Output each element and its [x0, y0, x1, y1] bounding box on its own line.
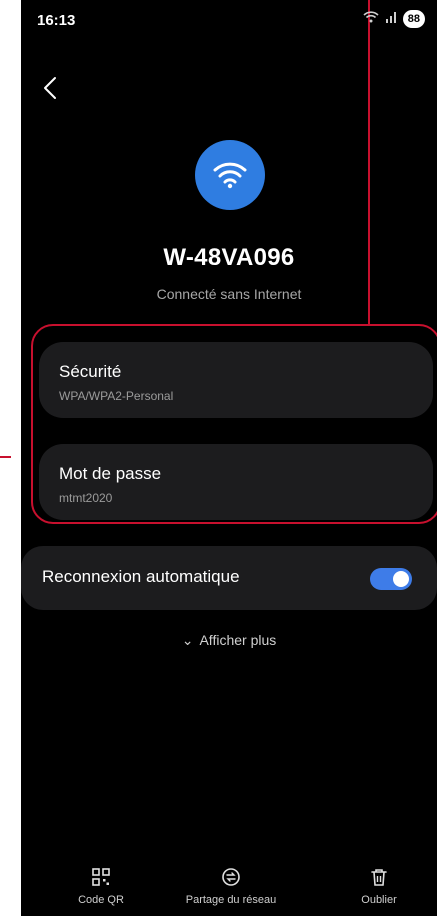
- highlight-box: [31, 324, 437, 524]
- qr-code-label: Code QR: [78, 894, 124, 906]
- battery-indicator: 88: [402, 10, 425, 28]
- back-button[interactable]: [39, 74, 63, 102]
- forget-label: Oublier: [361, 894, 397, 906]
- toggle-knob: [393, 571, 409, 587]
- wifi-network-icon: [195, 140, 265, 210]
- network-name: W-48VA096: [163, 244, 295, 271]
- share-network-icon: [222, 868, 240, 886]
- wifi-status-icon: [363, 10, 379, 28]
- status-icons: 88: [363, 10, 425, 28]
- qr-code-button[interactable]: Code QR: [41, 866, 161, 906]
- trash-icon: [371, 869, 387, 886]
- share-network-button[interactable]: Partage du réseau: [171, 866, 291, 906]
- back-arrow-icon: [44, 77, 56, 99]
- phone-screen: 16:13 88 W-48VA096 Connecté sans Interne…: [21, 0, 437, 916]
- show-more-button[interactable]: ⌄ Afficher plus: [21, 632, 437, 649]
- share-network-label: Partage du réseau: [185, 894, 277, 906]
- forget-network-button[interactable]: Oublier: [319, 866, 437, 906]
- status-time: 16:13: [37, 12, 76, 29]
- wifi-icon: [213, 162, 247, 189]
- callout-line-top: [368, 0, 370, 324]
- callout-line-left: [0, 456, 11, 458]
- auto-reconnect-label: Reconnexion automatique: [42, 567, 240, 586]
- chevron-down-icon: ⌄: [181, 632, 194, 648]
- signal-icon: [385, 10, 397, 28]
- qr-code-icon: [92, 868, 110, 886]
- auto-reconnect-card[interactable]: Reconnexion automatique: [21, 546, 437, 610]
- show-more-label: Afficher plus: [199, 632, 277, 648]
- auto-reconnect-toggle[interactable]: [370, 568, 412, 590]
- connection-status: Connecté sans Internet: [156, 286, 302, 302]
